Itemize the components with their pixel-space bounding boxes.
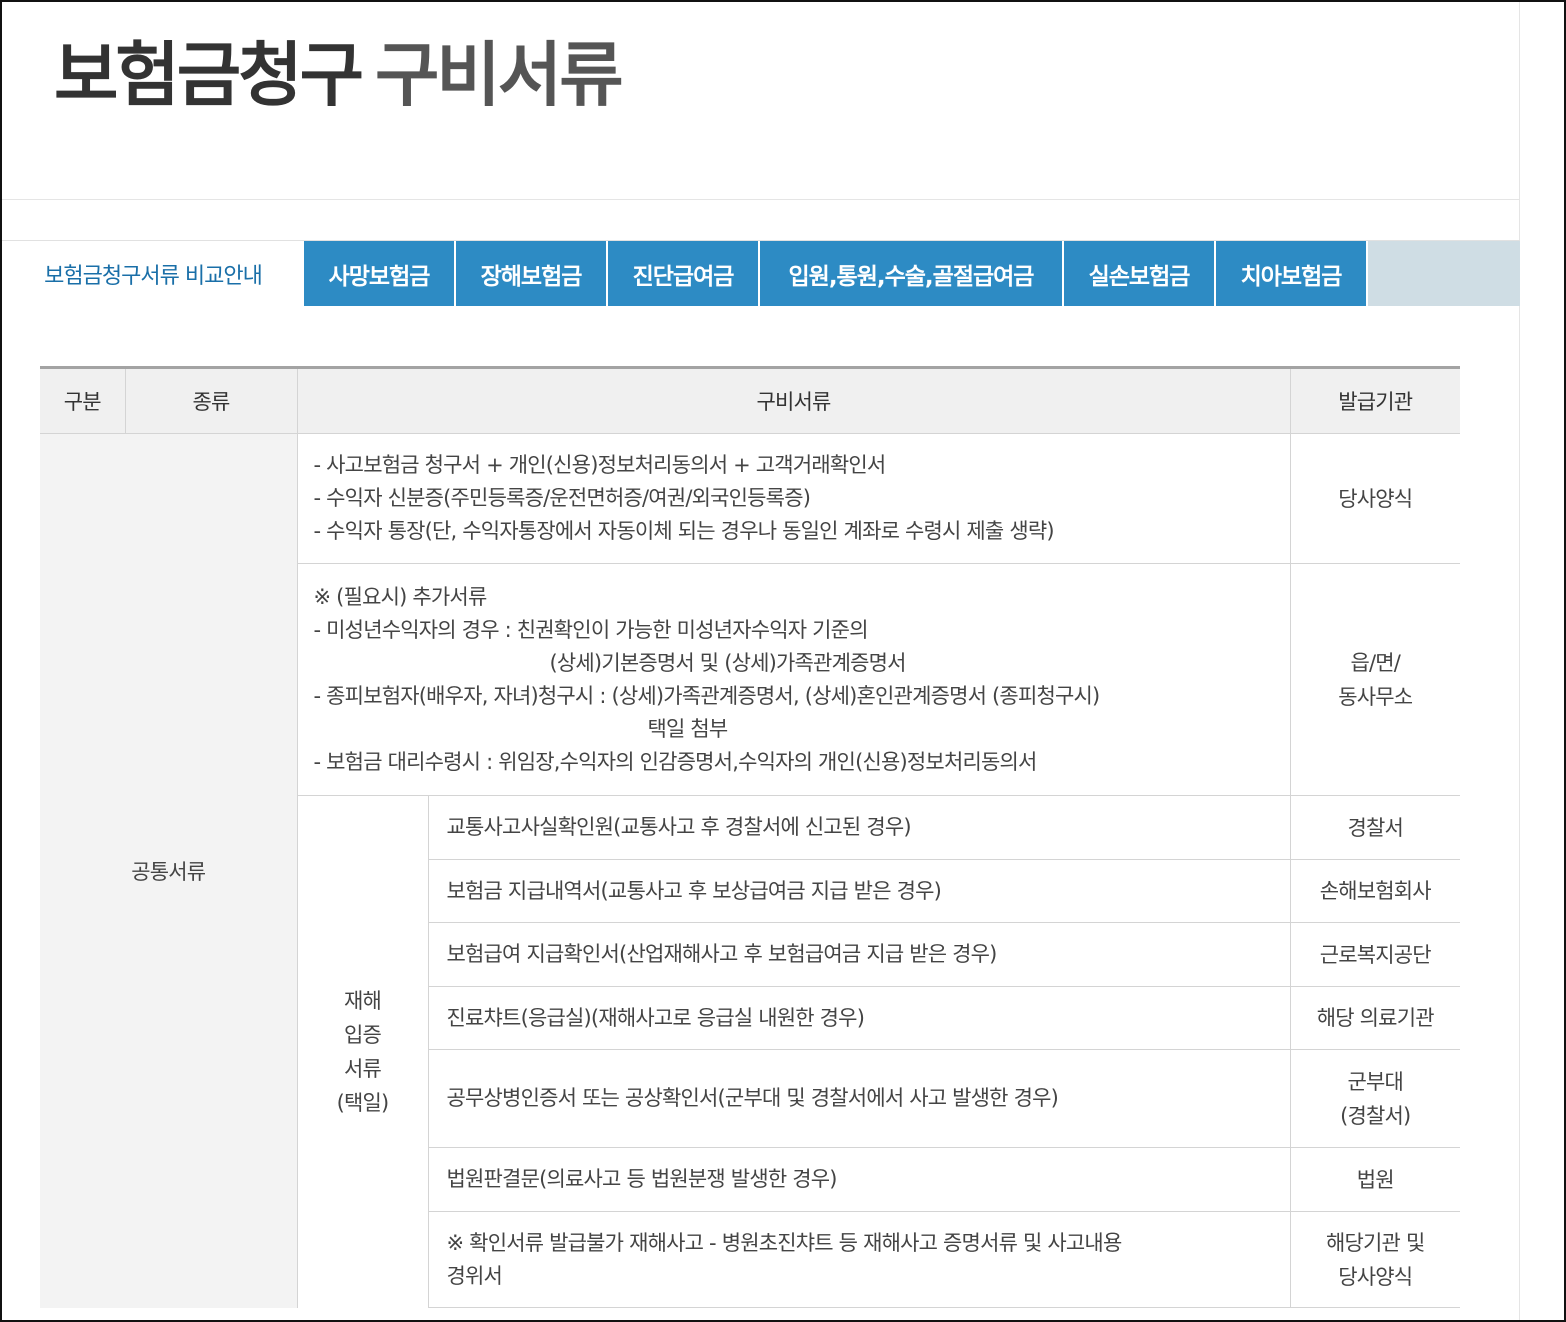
header-kind: 종류 xyxy=(124,367,297,434)
tab-comparison-guide[interactable]: 보험금청구서류 비교안내 xyxy=(2,241,304,306)
disaster-issuer: 해당기관 및 당사양식 xyxy=(1289,1211,1460,1308)
header-issuer: 발급기관 xyxy=(1289,367,1460,434)
row2-line: - 종피보험자(배우자, 자녀)청구시 : (상세)가족관계증명서, (상세)혼… xyxy=(313,683,1101,708)
disaster-doc: 보험금 지급내역서(교통사고 후 보상급여금 지급 받은 경우) xyxy=(427,859,1290,923)
tab-dental-benefit[interactable]: 치아보험금 xyxy=(1216,241,1368,306)
tab-hospital-surgery-benefit[interactable]: 입원,통원,수술,골절급여금 xyxy=(760,241,1064,306)
category-common-documents: 공통서류 xyxy=(40,433,297,1308)
disaster-doc-line: 경위서 xyxy=(446,1263,503,1288)
header-documents: 구비서류 xyxy=(296,367,1290,434)
row1-issuer: 당사양식 xyxy=(1289,433,1460,564)
page-title: 보험금청구 구비서류 xyxy=(54,32,624,118)
row2-line: (상세)기본증명서 및 (상세)가족관계증명서 xyxy=(549,650,907,675)
row1-line: - 사고보험금 청구서 + 개인(신용)정보처리동의서 + 고객거래확인서 xyxy=(313,453,887,477)
disaster-proof-label: 재해 입증 서류 (택일) xyxy=(296,795,428,1308)
header-box: 보험금청구 구비서류 xyxy=(2,2,1520,200)
disaster-issuer: 해당 의료기관 xyxy=(1289,986,1460,1050)
disaster-label-line: 서류 xyxy=(343,1056,382,1081)
disaster-doc-line: ※ 확인서류 발급불가 재해사고 - 병원초진챠트 등 재해사고 증명서류 및 … xyxy=(446,1230,1123,1255)
row2-issuer-line: 읍/면/ xyxy=(1350,650,1401,675)
disaster-issuer: 경찰서 xyxy=(1289,795,1460,860)
category-label: 공통서류 xyxy=(131,859,206,884)
disaster-issuer-line: 해당기관 및 xyxy=(1326,1230,1425,1255)
disaster-doc: 공무상병인증서 또는 공상확인서(군부대 및 경찰서에서 사고 발생한 경우) xyxy=(427,1049,1290,1148)
table-header-row: 구분 종류 구비서류 발급기관 xyxy=(40,367,1460,434)
required-documents-table: 구분 종류 구비서류 발급기관 공통서류 - 사고보험금 청구서 + 개인(신용… xyxy=(40,366,1460,1308)
disaster-issuer-line: 군부대 xyxy=(1347,1069,1404,1094)
disaster-issuer: 손해보험회사 xyxy=(1289,859,1460,923)
row2-line: - 미성년수익자의 경우 : 친권확인이 가능한 미성년자수익자 기준의 xyxy=(313,617,869,642)
row1-documents: - 사고보험금 청구서 + 개인(신용)정보처리동의서 + 고객거래확인서 - … xyxy=(296,433,1290,564)
table-row: 공통서류 - 사고보험금 청구서 + 개인(신용)정보처리동의서 + 고객거래확… xyxy=(40,433,1460,1308)
row1-line: - 수익자 통장(단, 수익자통장에서 자동이체 되는 경우나 동일인 계좌로 … xyxy=(313,519,1055,543)
tab-disability-benefit[interactable]: 장해보험금 xyxy=(456,241,608,306)
disaster-doc: 보험급여 지급확인서(산업재해사고 후 보험급여금 지급 받은 경우) xyxy=(427,922,1290,987)
row1-line: - 수익자 신분증(주민등록증/운전면허증/여권/외국인등록증) xyxy=(313,486,811,510)
disaster-label-line: 재해 xyxy=(343,988,382,1013)
tab-diagnosis-benefit[interactable]: 진단급여금 xyxy=(608,241,760,306)
row2-issuer-line: 동사무소 xyxy=(1338,684,1413,709)
tab-bar: 보험금청구서류 비교안내 사망보험금 장해보험금 진단급여금 입원,통원,수술,… xyxy=(2,240,1520,306)
disaster-doc: 법원판결문(의료사고 등 법원분쟁 발생한 경우) xyxy=(427,1147,1290,1212)
disaster-doc: 진료챠트(응급실)(재해사고로 응급실 내원한 경우) xyxy=(427,986,1290,1050)
page-title-bold: 보험금청구 xyxy=(54,34,364,116)
disaster-issuer: 근로복지공단 xyxy=(1289,922,1460,987)
tab-death-benefit[interactable]: 사망보험금 xyxy=(304,241,456,306)
disaster-doc: 교통사고사실확인원(교통사고 후 경찰서에 신고된 경우) xyxy=(427,795,1290,860)
disaster-issuer-line: (경찰서) xyxy=(1340,1103,1411,1128)
row2-line: - 보험금 대리수령시 : 위임장,수익자의 인감증명서,수익자의 개인(신용)… xyxy=(313,749,1038,774)
page-title-light: 구비서류 xyxy=(375,34,624,116)
tab-indemnity-benefit[interactable]: 실손보험금 xyxy=(1064,241,1216,306)
disaster-label-line: 입증 xyxy=(343,1022,382,1047)
disaster-doc: ※ 확인서류 발급불가 재해사고 - 병원초진챠트 등 재해사고 증명서류 및 … xyxy=(427,1211,1290,1308)
disaster-issuer: 군부대 (경찰서) xyxy=(1289,1049,1460,1148)
disaster-label-line: (택일) xyxy=(336,1090,390,1115)
row2-documents: ※ (필요시) 추가서류 - 미성년수익자의 경우 : 친권확인이 가능한 미성… xyxy=(296,563,1290,796)
row2-line: ※ (필요시) 추가서류 xyxy=(313,584,488,609)
disaster-issuer-line: 당사양식 xyxy=(1338,1264,1413,1289)
row2-line: 택일 첨부 xyxy=(647,716,729,741)
disaster-issuer: 법원 xyxy=(1289,1147,1460,1212)
header-category: 구분 xyxy=(40,367,125,434)
row2-issuer: 읍/면/ 동사무소 xyxy=(1289,563,1460,796)
content-right-border xyxy=(1519,200,1520,1322)
